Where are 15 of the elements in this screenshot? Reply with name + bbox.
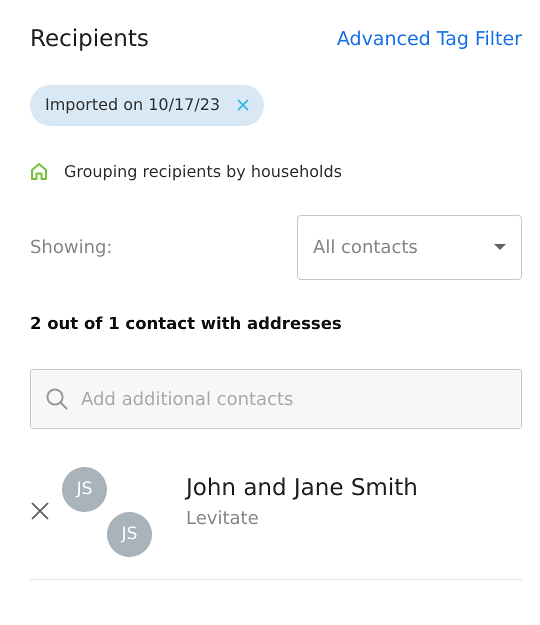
search-icon — [45, 387, 69, 412]
tag-label: Imported on 10/17/23 — [45, 94, 220, 116]
recipient-name: John and Jane Smith — [186, 474, 418, 502]
grouping-note: Grouping recipients by households — [64, 160, 342, 182]
house-icon — [30, 162, 48, 181]
advanced-tag-filter-link[interactable]: Advanced Tag Filter — [336, 25, 522, 54]
contacts-dropdown[interactable]: All contacts — [297, 214, 522, 280]
avatar: JS — [62, 467, 107, 512]
section-title: Recipients — [30, 25, 149, 54]
address-summary: 2 out of 1 contact with addresses — [30, 312, 343, 334]
search-field[interactable]: Add additional contacts — [30, 369, 522, 430]
avatar: JS — [107, 512, 152, 558]
showing-label: Showing: — [30, 236, 112, 260]
recipient-company: Levitate — [186, 507, 260, 531]
caret-icon — [494, 244, 506, 250]
